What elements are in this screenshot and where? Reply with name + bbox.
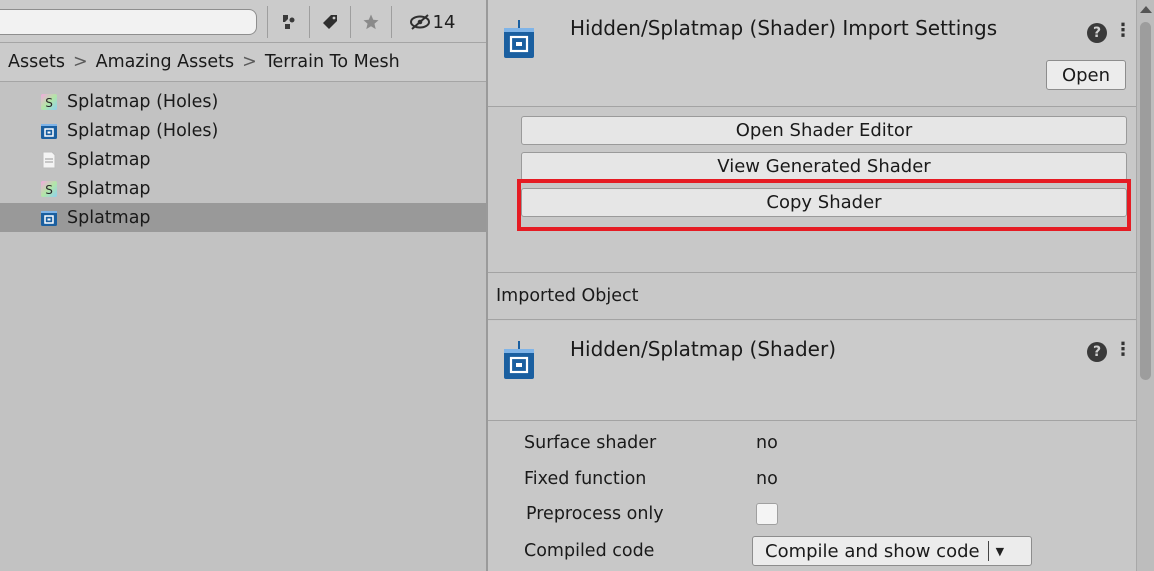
filter-by-label-icon [323,15,337,29]
property-label: Preprocess only [526,504,664,524]
svg-text:S: S [45,96,53,110]
property-label: Compiled code [524,541,655,561]
shader-icon [40,122,58,140]
property-surface-shader: Surface shader no [488,427,1136,461]
chevron-down-icon[interactable]: ▼ [996,545,1004,558]
hidden-packages-button[interactable]: 14 [396,8,468,36]
favorites-star-icon [363,14,379,30]
list-item-label: Splatmap [67,207,151,228]
list-item-label: Splatmap (Holes) [67,91,219,112]
scroll-thumb[interactable] [1140,22,1151,380]
svg-text:S: S [45,183,53,197]
open-shader-editor-button[interactable]: Open Shader Editor [521,116,1127,145]
list-item[interactable]: S Splatmap [0,174,486,203]
filter-by-type-icon [283,15,295,29]
property-value: no [756,469,778,489]
open-button[interactable]: Open [1046,60,1126,90]
shader-graph-icon: S [40,180,58,198]
property-label: Fixed function [524,469,647,489]
hidden-count-label: 14 [432,11,456,33]
imported-object-section-header: Imported Object [488,272,1136,320]
breadcrumb-separator: > [72,52,88,72]
property-preprocess-only: Preprocess only [488,498,1136,532]
help-icon[interactable]: ? [1087,23,1107,43]
list-item-selected[interactable]: Splatmap [0,203,486,232]
breadcrumb-item-assets[interactable]: Assets [8,52,65,72]
scroll-up-arrow-icon[interactable] [1140,6,1152,13]
filter-by-type-button[interactable] [272,8,306,36]
breadcrumb-item-amazing-assets[interactable]: Amazing Assets [96,52,235,72]
list-item[interactable]: S Splatmap (Holes) [0,87,486,116]
shader-icon [504,341,534,379]
highlight-box [517,179,1131,231]
list-item-label: Splatmap (Holes) [67,120,219,141]
inspector-scrollbar[interactable] [1136,0,1154,571]
property-label: Surface shader [524,433,657,453]
kebab-menu-icon[interactable]: ⋮ [1114,21,1132,41]
list-item-label: Splatmap [67,178,151,199]
search-input[interactable] [0,9,257,35]
favorites-button[interactable] [355,8,387,36]
compile-and-show-code-dropdown[interactable]: Compile and show code ▼ [752,536,1032,566]
property-fixed-function: Fixed function no [488,463,1136,497]
breadcrumb-separator: > [242,52,257,72]
asset-list: S Splatmap (Holes) Splatmap (Holes) Spla… [0,87,486,232]
toolbar-separator [309,6,310,38]
list-item[interactable]: Splatmap [0,145,486,174]
shader-object-title: Hidden/Splatmap (Shader) [570,337,836,361]
project-toolbar: 14 [0,0,486,43]
hidden-packages-icon [409,14,430,30]
project-panel: 14 Assets > Amazing Assets > Terrain To … [0,0,486,571]
text-file-icon [40,151,58,169]
import-settings-header: Hidden/Splatmap (Shader) Import Settings… [488,0,1136,107]
filter-by-label-button[interactable] [314,8,346,36]
shader-object-header: Hidden/Splatmap (Shader) ? ⋮ [488,321,1136,421]
list-item-label: Splatmap [67,149,151,170]
toolbar-separator [350,6,351,38]
property-value: no [756,433,778,453]
preprocess-only-checkbox[interactable] [756,503,778,525]
dropdown-separator [987,541,989,561]
toolbar-separator [391,6,392,38]
shader-icon [504,20,534,58]
breadcrumb: Assets > Amazing Assets > Terrain To Mes… [0,43,486,82]
import-settings-title: Hidden/Splatmap (Shader) Import Settings [570,16,998,40]
property-compiled-code: Compiled code Compile and show code ▼ [488,535,1136,569]
toolbar-separator [267,6,268,38]
shader-icon [40,209,58,227]
dropdown-label: Compile and show code [765,540,980,562]
inspector-panel: Hidden/Splatmap (Shader) Import Settings… [488,0,1136,571]
kebab-menu-icon[interactable]: ⋮ [1114,340,1132,360]
breadcrumb-item-terrain-to-mesh[interactable]: Terrain To Mesh [265,52,400,72]
list-item[interactable]: Splatmap (Holes) [0,116,486,145]
view-generated-shader-button[interactable]: View Generated Shader [521,152,1127,181]
shader-graph-icon: S [40,93,58,111]
help-icon[interactable]: ? [1087,342,1107,362]
